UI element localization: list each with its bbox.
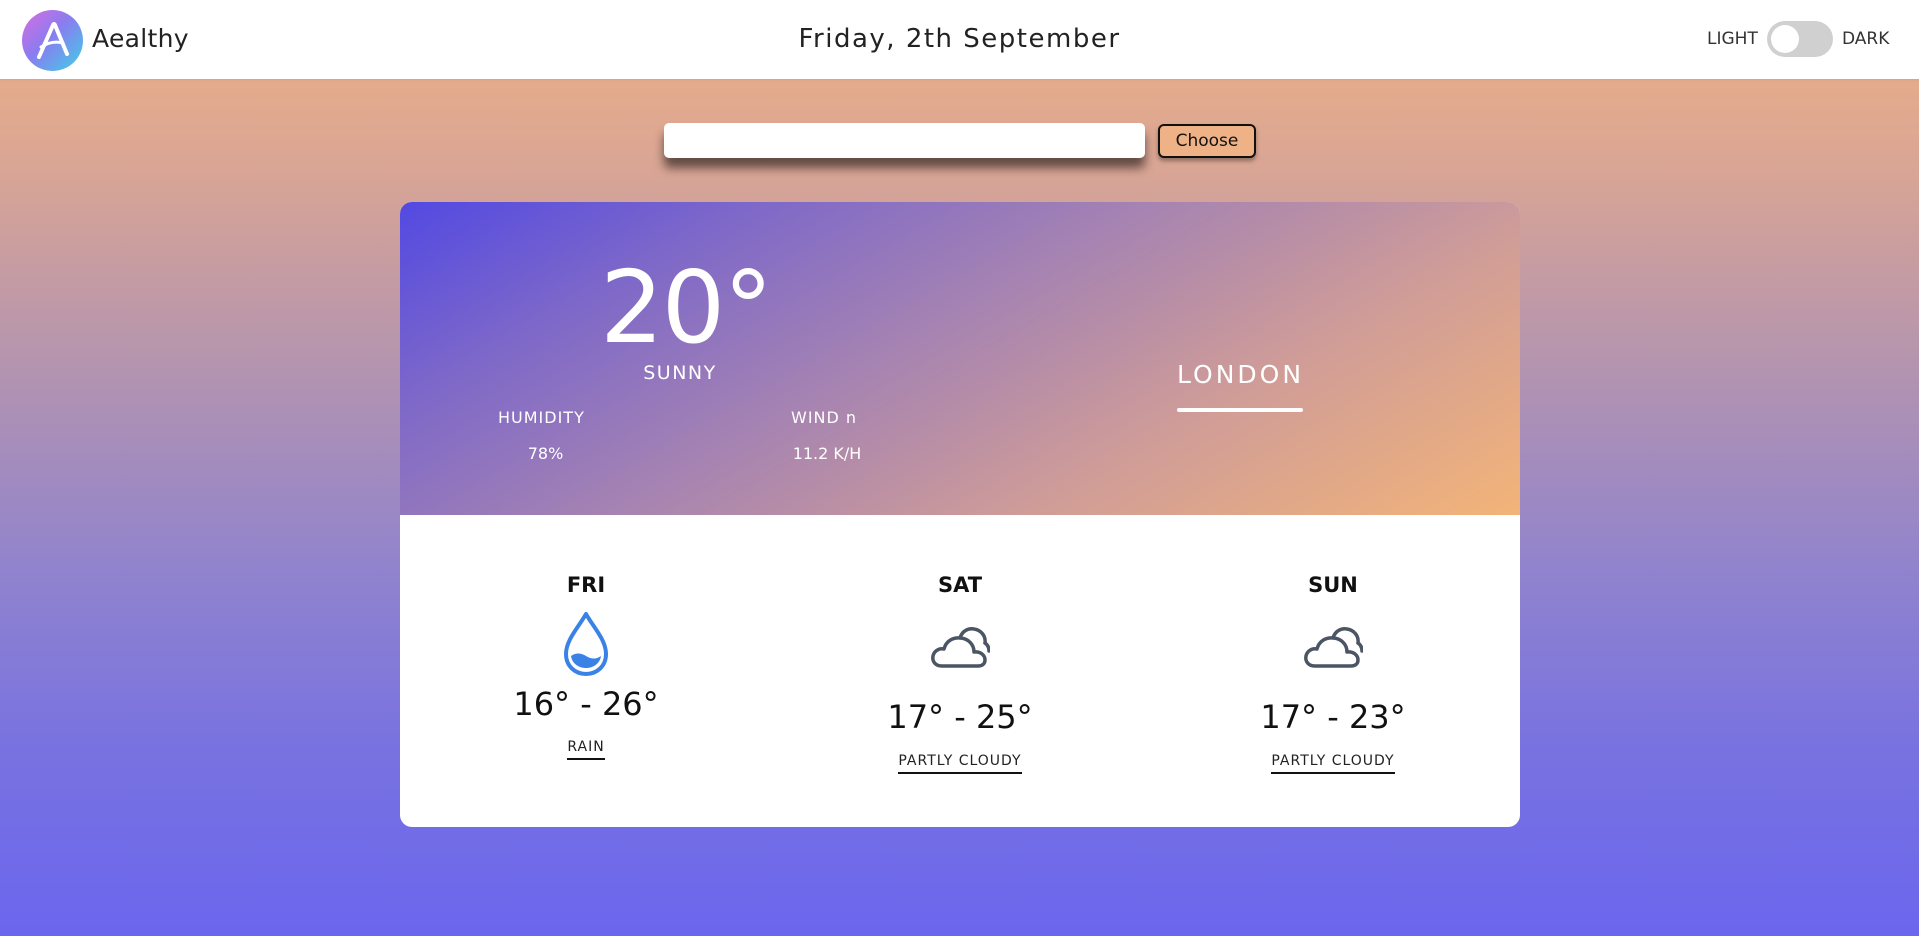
wind-value: 11.2 K/H [792, 444, 862, 463]
forecast-temp-range: 17° - 23° [1260, 698, 1406, 736]
raindrop-icon [556, 610, 616, 676]
forecast-day-fri: FRI 16° - 26° RAIN [436, 515, 736, 827]
choose-button[interactable]: Choose [1158, 124, 1256, 158]
forecast-description: RAIN [567, 739, 605, 760]
weather-card: 20° SUNNY HUMIDITY 78% WIND n 11.2 K/H L… [400, 202, 1520, 827]
forecast-day-label: FRI [566, 573, 606, 597]
humidity-label: HUMIDITY [498, 408, 585, 427]
forecast-day-label: SAT [937, 573, 983, 597]
forecast-description: PARTLY CLOUDY [898, 753, 1022, 774]
city-name: LONDON [1177, 360, 1305, 389]
humidity-value: 78% [527, 444, 564, 463]
forecast-day-label: SUN [1308, 573, 1358, 597]
forecast-day-sat: SAT 17° - 25° PARTLY CLOUDY [810, 515, 1110, 827]
theme-toggle[interactable] [1767, 21, 1833, 57]
current-date: Friday, 2th September [798, 24, 1121, 54]
wind-label: WIND n [791, 408, 858, 427]
current-condition: SUNNY [643, 362, 717, 384]
current-weather-panel: 20° SUNNY HUMIDITY 78% WIND n 11.2 K/H L… [400, 202, 1520, 515]
forecast-description: PARTLY CLOUDY [1271, 753, 1395, 774]
cloud-icon [1303, 626, 1364, 690]
theme-dark-label: DARK [1842, 29, 1890, 49]
top-bar: Aealthy Friday, 2th September LIGHT DARK [0, 0, 1919, 79]
current-temperature: 20° [600, 249, 773, 366]
city-search-input[interactable] [664, 123, 1145, 158]
forecast-day-sun: SUN 17° - 23° PARTLY CLOUDY [1183, 515, 1483, 827]
forecast-temp-range: 17° - 25° [887, 698, 1033, 736]
city-underline [1177, 408, 1303, 412]
theme-toggle-knob [1771, 25, 1799, 53]
theme-light-label: LIGHT [1707, 29, 1758, 49]
cloud-icon [930, 626, 991, 690]
forecast-temp-range: 16° - 26° [513, 685, 659, 723]
